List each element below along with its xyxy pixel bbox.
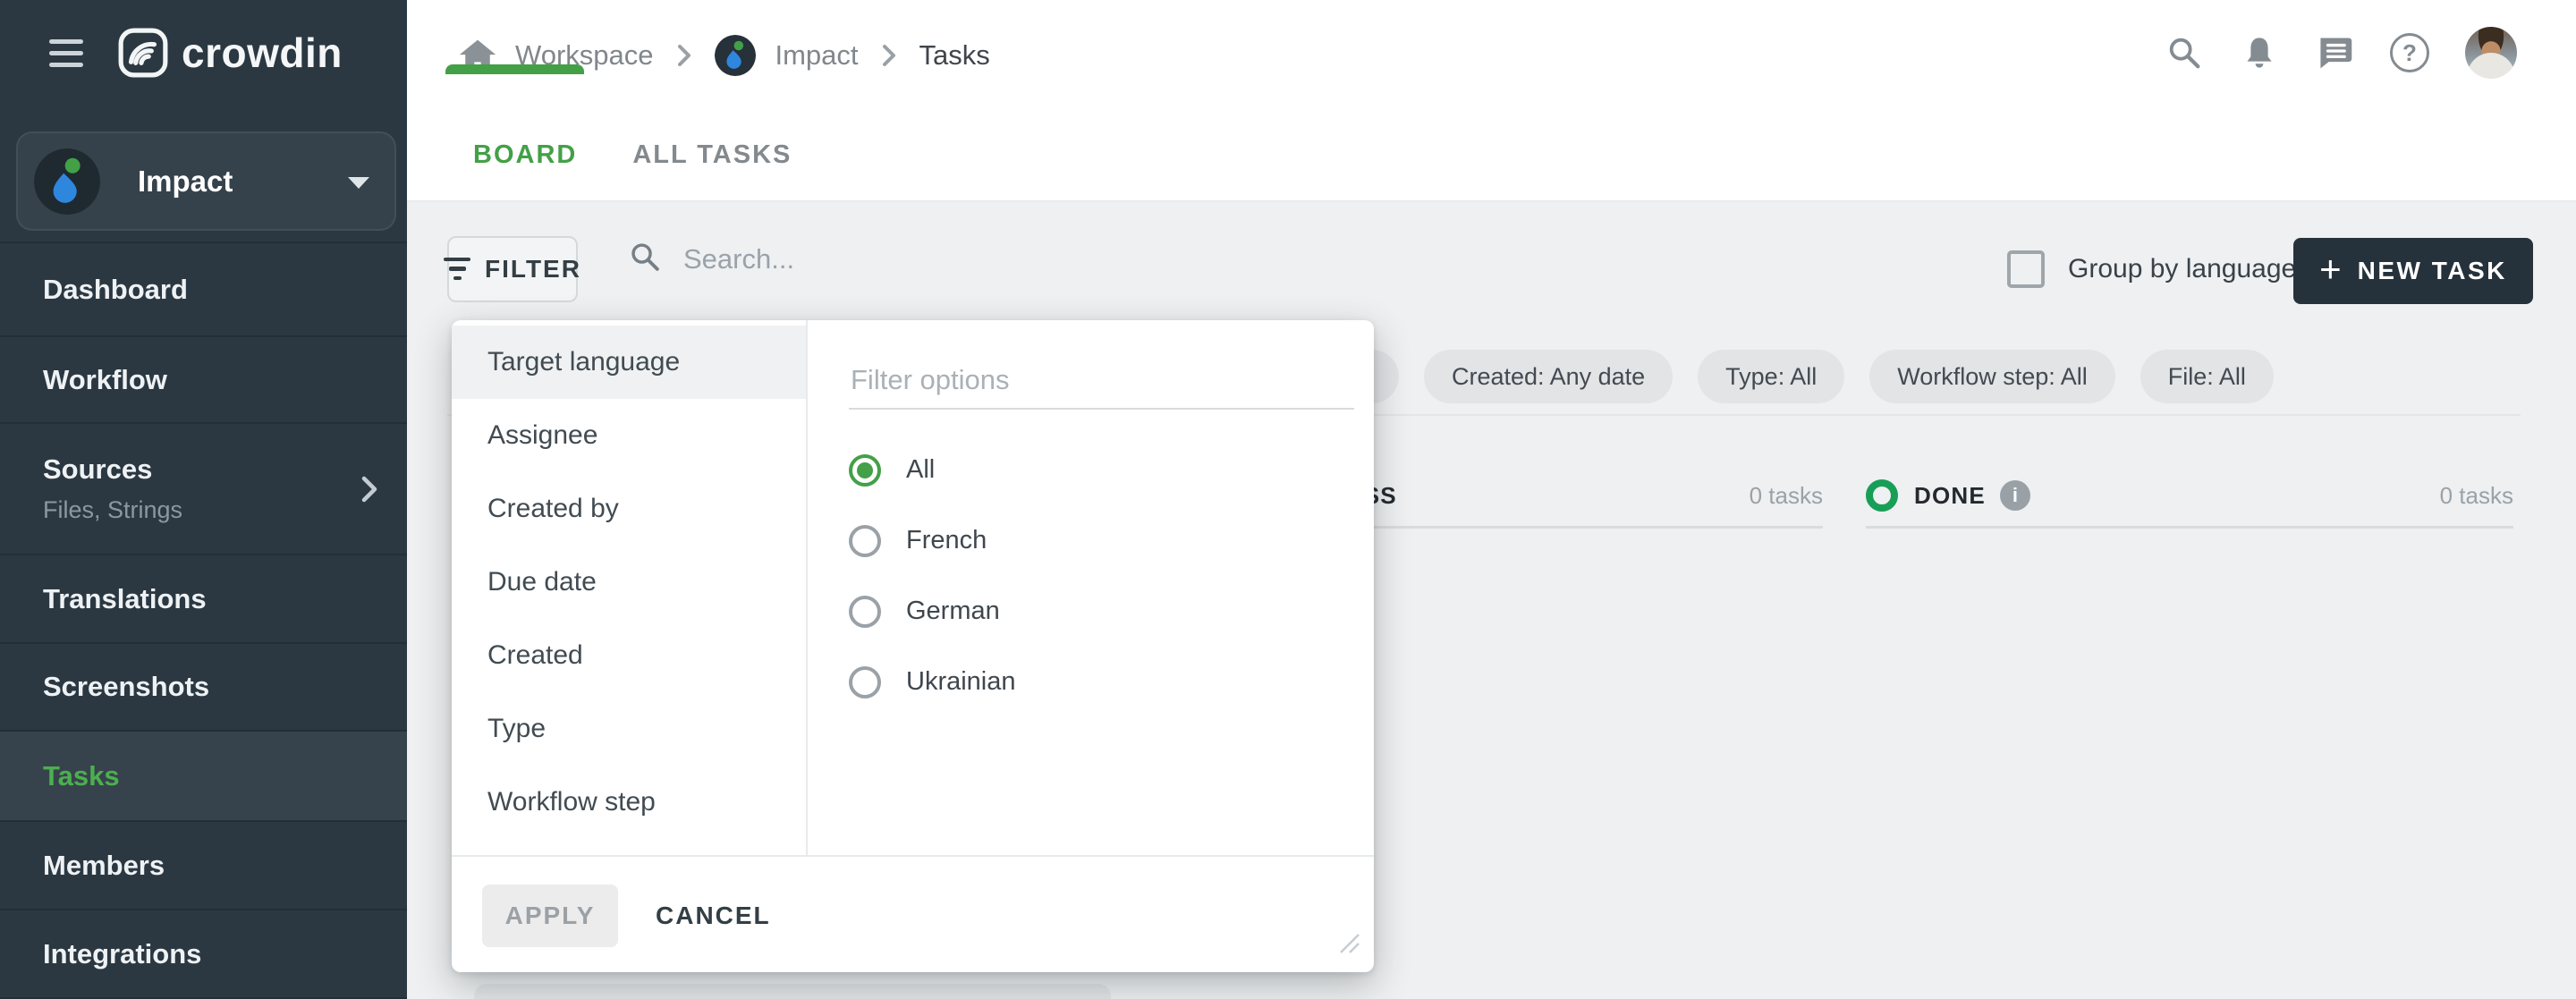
radio-icon xyxy=(849,596,881,628)
filter-options-panel: All French German Ukrainian xyxy=(809,320,1374,855)
radio-icon xyxy=(849,525,881,557)
filter-options-input[interactable] xyxy=(849,352,1354,410)
apply-button[interactable]: APPLY xyxy=(482,885,618,947)
sidebar-item-translations[interactable]: Translations xyxy=(0,554,407,642)
filter-category-type[interactable]: Type xyxy=(452,692,806,766)
option-german[interactable]: German xyxy=(849,576,1351,647)
top-header: Workspace Impact Tasks xyxy=(407,0,2576,202)
project-name: Impact xyxy=(138,165,233,199)
group-by-language-checkbox[interactable] xyxy=(2007,250,2045,288)
chevron-right-icon xyxy=(882,44,896,67)
chip-workflow-step[interactable]: Workflow step: All xyxy=(1869,350,2115,403)
crowdin-logo-icon xyxy=(117,27,169,79)
chip-created[interactable]: Created: Any date xyxy=(1424,350,1673,403)
sidebar-item-sources-sublabel: Files, Strings xyxy=(43,496,407,524)
option-all[interactable]: All xyxy=(849,435,1351,505)
sidebar-item-sources[interactable]: Sources Files, Strings xyxy=(0,422,407,554)
language-options: All French German Ukrainian xyxy=(849,435,1351,717)
breadcrumb-project-avatar[interactable] xyxy=(715,35,756,76)
sidebar-item-screenshots[interactable]: Screenshots xyxy=(0,642,407,730)
radio-icon xyxy=(849,454,881,487)
filter-category-target-language[interactable]: Target language xyxy=(452,326,806,399)
info-icon[interactable]: i xyxy=(2000,480,2030,511)
sidebar-item-workflow[interactable]: Workflow xyxy=(0,335,407,422)
cancel-button[interactable]: CANCEL xyxy=(656,885,771,947)
option-ukrainian[interactable]: Ukrainian xyxy=(849,647,1351,717)
dropdown-footer: APPLY CANCEL xyxy=(452,855,1374,972)
group-by-language: Group by language xyxy=(2007,250,2296,288)
filter-category-assignee[interactable]: Assignee xyxy=(452,399,806,472)
view-tabs: BOARD ALL TASKS xyxy=(445,127,819,182)
help-icon[interactable]: ? xyxy=(2390,33,2429,72)
user-avatar[interactable] xyxy=(2465,27,2517,79)
board-column-done: DONE i 0 tasks xyxy=(1866,465,2513,529)
sidebar-item-integrations[interactable]: Integrations xyxy=(0,909,407,997)
active-tab-indicator xyxy=(445,64,584,74)
filter-category-due-date[interactable]: Due date xyxy=(452,546,806,619)
tab-all-tasks[interactable]: ALL TASKS xyxy=(605,127,819,182)
group-by-language-label: Group by language xyxy=(2068,254,2296,284)
radio-icon xyxy=(849,666,881,698)
hamburger-menu-icon[interactable] xyxy=(49,39,83,70)
filter-dropdown: Target language Assignee Created by Due … xyxy=(452,320,1374,972)
column-task-count: 0 tasks xyxy=(1750,482,1823,510)
sidebar-item-tasks[interactable]: Tasks xyxy=(0,730,407,820)
filter-category-created[interactable]: Created xyxy=(452,619,806,692)
filter-categories: Target language Assignee Created by Due … xyxy=(452,320,808,855)
sidebar: crowdin Impact Dashboard Workflow Source… xyxy=(0,0,407,999)
breadcrumb-tasks[interactable]: Tasks xyxy=(919,39,990,72)
topbar-icons: ? xyxy=(2165,27,2517,79)
filter-icon xyxy=(444,255,470,284)
crowdin-tasks-page: crowdin Impact Dashboard Workflow Source… xyxy=(0,0,2576,999)
option-french[interactable]: French xyxy=(849,505,1351,576)
bell-icon[interactable] xyxy=(2240,33,2279,72)
plus-icon: + xyxy=(2319,250,2342,288)
messages-icon[interactable] xyxy=(2315,33,2354,72)
tab-board[interactable]: BOARD xyxy=(445,127,605,182)
done-status-icon xyxy=(1866,479,1898,512)
column-title: DONE xyxy=(1914,482,1986,510)
board-search xyxy=(628,240,1150,278)
chevron-down-icon xyxy=(348,177,369,189)
column-task-count: 0 tasks xyxy=(2440,482,2513,510)
sidebar-nav: Dashboard Workflow Sources Files, String… xyxy=(0,241,407,999)
filter-chips-row: Created: Any date Type: All Workflow ste… xyxy=(1342,350,2274,403)
search-icon xyxy=(628,240,662,278)
resize-handle-icon[interactable] xyxy=(1338,932,1361,960)
horizontal-scrollbar-thumb[interactable] xyxy=(474,984,1111,999)
project-avatar xyxy=(34,148,100,215)
breadcrumb-project[interactable]: Impact xyxy=(775,39,859,72)
crowdin-wordmark: crowdin xyxy=(182,29,343,77)
new-task-button[interactable]: + NEW TASK xyxy=(2293,238,2533,304)
project-switcher[interactable]: Impact xyxy=(16,131,396,231)
filter-category-workflow-step[interactable]: Workflow step xyxy=(452,766,806,839)
chip-type[interactable]: Type: All xyxy=(1698,350,1844,403)
filter-category-created-by[interactable]: Created by xyxy=(452,472,806,546)
sidebar-item-members[interactable]: Members xyxy=(0,820,407,909)
search-input[interactable] xyxy=(682,242,1150,276)
sidebar-item-dashboard[interactable]: Dashboard xyxy=(0,241,407,335)
chip-file[interactable]: File: All xyxy=(2140,350,2274,403)
crowdin-logo[interactable]: crowdin xyxy=(117,27,343,79)
chevron-right-icon xyxy=(360,475,378,508)
chevron-right-icon xyxy=(677,44,691,67)
filter-button[interactable]: FILTER xyxy=(447,236,578,302)
search-icon[interactable] xyxy=(2165,33,2204,72)
